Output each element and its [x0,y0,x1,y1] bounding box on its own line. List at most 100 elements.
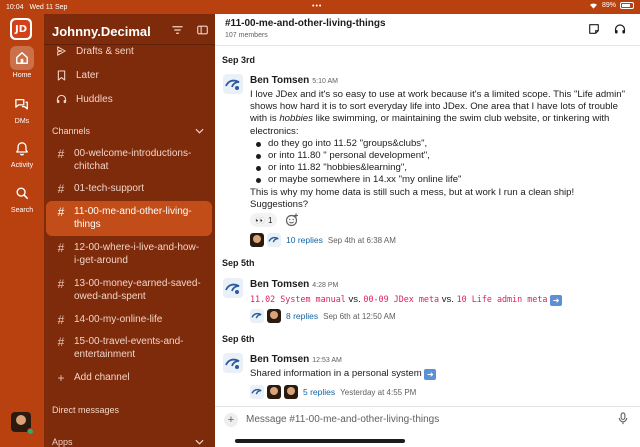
workspace-rail: JD Home DMs Activity Search [0,0,44,447]
reply-count-link[interactable]: 10 replies [286,235,323,245]
message-intro: I love JDex and it's so easy to use at w… [250,89,630,138]
channel-item-active[interactable]: # 11-00-me-and-other-living-things [46,201,212,236]
thread-summary[interactable]: 8 replies Sep 6th at 12:50 AM [250,309,396,323]
sender-name: Ben Tomsen [250,354,310,365]
attach-plus-button[interactable]: + [224,413,238,427]
apps-section-header[interactable]: Apps [52,437,212,447]
message-sender[interactable]: Ben Tomsen 5:10 AM [250,75,338,86]
avatar[interactable] [223,353,243,373]
list-item: or into 11.82 "hobbies&learning", [254,162,630,174]
date-divider[interactable]: Sep 5th [222,258,255,268]
status-right: 89% [589,2,634,9]
workspace-logo[interactable]: JD [10,18,32,40]
headphones-icon[interactable] [614,23,626,35]
nav-later[interactable]: Later [52,69,212,81]
presence-indicator [27,428,34,435]
nav-drafts-sent[interactable]: Drafts & sent [52,45,212,57]
channel-label: 12-00-where-i-live-and-how-i-get-around [74,242,199,267]
headphones-icon [52,94,70,104]
dms-icon [10,92,34,116]
microphone-icon[interactable] [618,412,628,425]
inline-code: 11.02 System manual [250,294,346,304]
filter-icon[interactable] [172,25,183,35]
reply-count-link[interactable]: 8 replies [286,311,318,321]
reply-avatar [267,309,281,323]
canvas-icon[interactable] [588,23,600,35]
reply-count-link[interactable]: 5 replies [303,387,335,397]
status-bar: 10:04 Wed 11 Sep ••• 89% [0,0,640,14]
rail-activity-label: Activity [10,162,34,169]
logo-avatar-icon [225,79,240,90]
arrow-right-icon: ➜ [424,369,437,380]
channel-item[interactable]: # 15-00-travel-events-and-entertainment [52,336,212,361]
add-channel-button[interactable]: + Add channel [52,372,212,385]
nav-huddles[interactable]: Huddles [52,93,212,105]
message-sender[interactable]: Ben Tomsen 4:28 PM [250,279,338,290]
apps-section-label: Apps [52,437,73,447]
sidebar-header-icons [172,25,208,35]
rail-dms[interactable]: DMs [0,92,44,125]
workspace-logo-mark: JD [12,20,30,38]
channel-hash-icon: # [57,241,65,255]
message-composer[interactable]: + Message #11-00-me-and-other-living-thi… [215,406,640,432]
reaction-pill[interactable]: 👀 1 [250,213,278,227]
last-reply-time: Yesterday at 4:55 PM [340,387,417,397]
message-time[interactable]: 5:10 AM [312,78,338,85]
nav-later-label: Later [76,69,99,81]
channel-item[interactable]: # 01-tech-support [52,183,212,196]
chevron-down-icon [195,439,204,445]
channel-label-line: 15-00-travel-events-and- [74,336,184,347]
channel-hash-icon: # [57,335,65,349]
arrow-right-icon: ➜ [550,295,563,306]
channel-label-line: 12-00-where-i-live-and-how- [74,242,200,253]
inline-code: 00-09 JDex meta [363,294,440,304]
reply-avatar [267,385,281,399]
rail-search[interactable]: Search [0,181,44,214]
logo-avatar-icon [225,358,240,369]
channel-item[interactable]: # 00-welcome-introductions-chitchat [52,148,212,173]
nav-huddles-label: Huddles [76,93,113,105]
channel-label-line: 11-00-me-and-other-living- [74,206,192,217]
channel-title[interactable]: #11-00-me-and-other-living-things [225,18,386,29]
sender-name: Ben Tomsen [250,279,310,290]
date-divider[interactable]: Sep 3rd [222,55,255,65]
dm-section-label: Direct messages [52,405,120,415]
reaction-count: 1 [267,215,273,225]
message-sender[interactable]: Ben Tomsen 12:53 AM [250,354,342,365]
thread-summary[interactable]: 5 replies Yesterday at 4:55 PM [250,385,416,399]
channel-item[interactable]: # 12-00-where-i-live-and-how-i-get-aroun… [52,242,212,267]
avatar[interactable] [223,74,243,94]
workspace-name[interactable]: Johnny.Decimal [52,24,151,39]
dm-section-header[interactable]: Direct messages [52,405,212,415]
channel-label: 01-tech-support [74,183,145,194]
member-count[interactable]: 107 members [225,32,268,39]
channels-section-header[interactable]: Channels [52,126,212,136]
channel-label-line: 00-welcome-introductions- [74,148,192,159]
rail-home[interactable]: Home [0,46,44,79]
multitask-dots[interactable]: ••• [312,3,322,10]
channel-item[interactable]: # 13-00-money-earned-saved-owed-and-spen… [52,278,212,303]
thread-summary[interactable]: 10 replies Sep 4th at 6:38 AM [250,233,396,247]
message-time[interactable]: 12:53 AM [312,357,342,364]
rail-activity[interactable]: Activity [0,136,44,169]
home-indicator[interactable] [235,439,405,443]
channel-label-line: 13-00-money-earned-saved- [74,278,201,289]
rail-dms-label: DMs [14,118,30,125]
add-reaction-icon[interactable] [285,213,299,227]
list-item: do they go into 11.52 "groups&clubs", [254,138,630,150]
sidebar-toggle-icon[interactable] [197,25,208,35]
avatar[interactable] [223,278,243,298]
date-divider[interactable]: Sep 6th [222,334,255,344]
channel-label: 11-00-me-and-other-living-things [74,206,192,236]
message-input[interactable]: Message #11-00-me-and-other-living-thing… [246,414,439,425]
last-reply-time: Sep 6th at 12:50 AM [323,311,396,321]
chevron-down-icon [195,128,204,134]
channel-hash-icon: # [57,313,65,327]
rail-home-label: Home [12,72,32,79]
channel-label-line: things [74,218,101,230]
nav-drafts-sent-label: Drafts & sent [76,45,134,57]
channel-item[interactable]: # 14-00-my-online-life [52,314,212,327]
send-icon [52,46,70,56]
add-channel-label: Add channel [74,372,130,383]
message-time[interactable]: 4:28 PM [312,282,338,289]
